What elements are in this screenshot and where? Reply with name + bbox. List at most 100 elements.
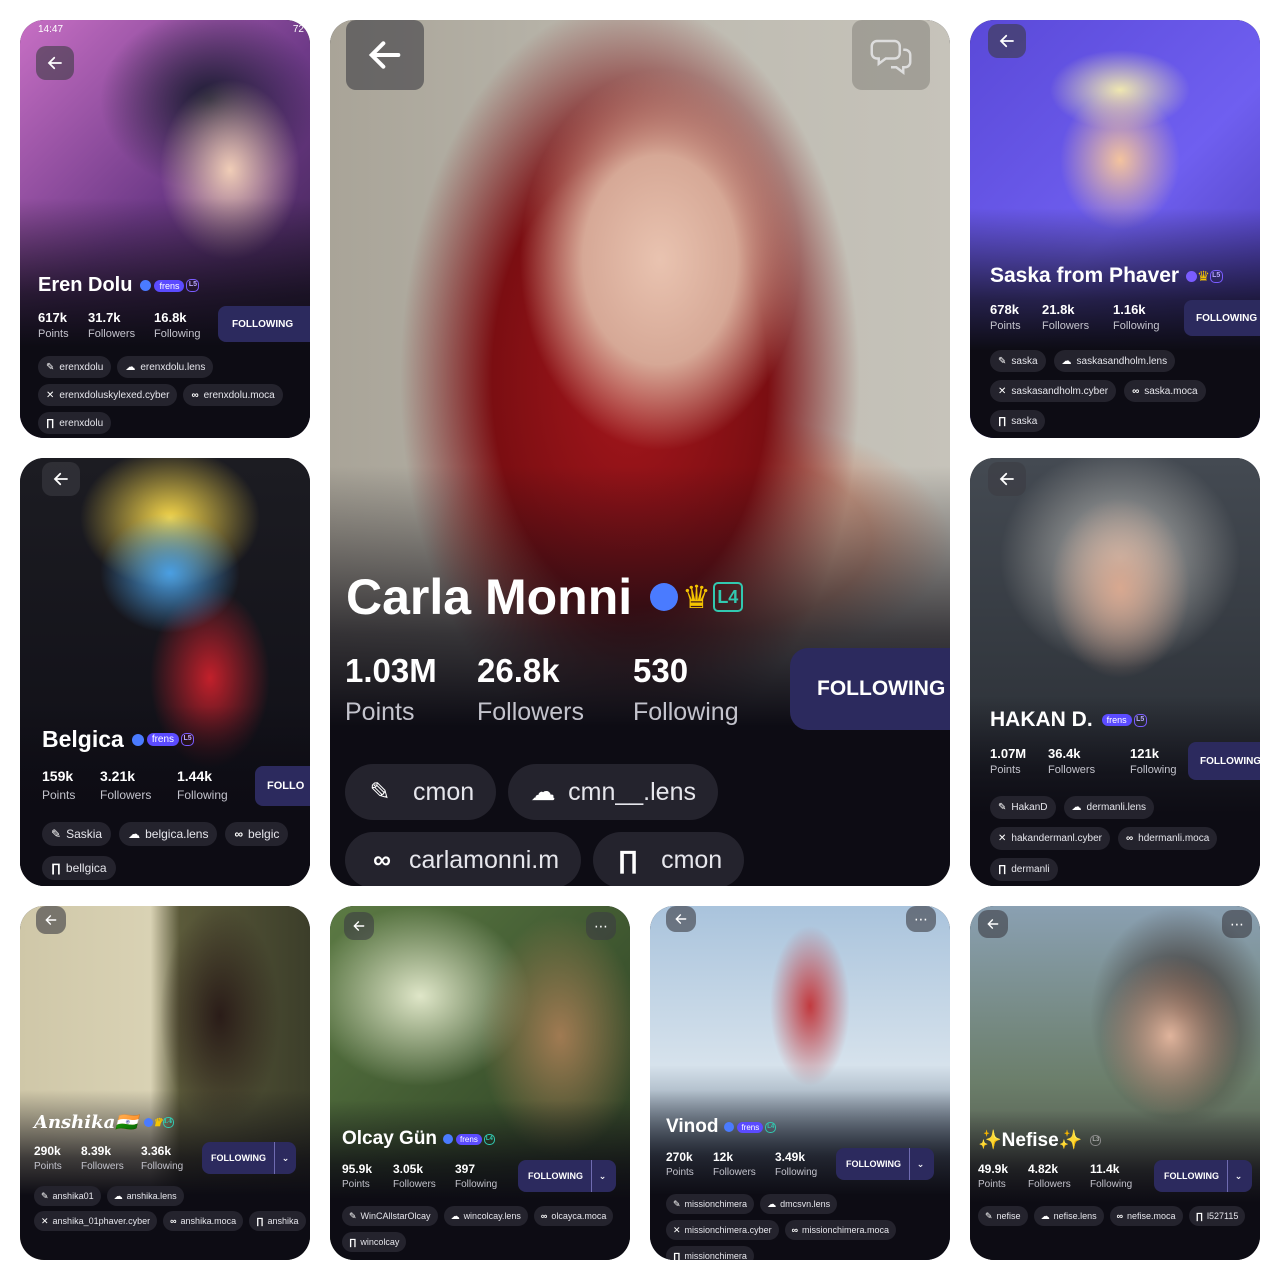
following-button[interactable]: FOLLOWING ⌄ [1154,1160,1252,1192]
cyber-icon: ✕ [673,1224,681,1235]
back-button[interactable] [36,906,66,934]
arch-icon: ∏ [46,417,55,429]
handle-chip[interactable]: ∞ hdermanli.moca [1118,827,1218,850]
chat-icon: ✎ [998,802,1007,813]
handle-chip[interactable]: ✎ WinCAllstarOlcay [342,1206,438,1226]
handle-chip[interactable]: ∞ belgic [225,822,289,846]
handle-chip[interactable]: ✎ nefise [978,1206,1028,1226]
handle-chip[interactable]: ∏ l527115 [1188,1206,1246,1226]
profile-name: Eren Dolu [38,274,133,296]
following-button[interactable]: FOLLOWING [218,306,310,342]
handle-chip[interactable]: ∞ carlamonni.m [345,832,582,886]
arch-icon: ∏ [349,1237,357,1247]
handle-chip[interactable]: ☁ belgica.lens [119,822,218,846]
profile-name: Belgica [42,726,124,752]
moca-icon: ∞ [191,389,199,401]
stats-row: 617k Points 31.7k Followers 16.8k Following [38,310,201,340]
message-button[interactable] [852,20,930,90]
handle-chip[interactable]: ☁ dermanli.lens [1063,796,1155,819]
handles-list: ✎ erenxdolu ☁ erenxdolu.lens ✕ erenxdolusky… [38,356,310,434]
profile-name: HAKAN D. [990,708,1093,731]
following-button[interactable]: FOLLOWING ⌄ [518,1160,616,1192]
handle-chip[interactable]: ∏ missionchimera [666,1246,754,1260]
back-button[interactable] [988,24,1026,58]
chevron-down-icon[interactable]: ⌄ [274,1142,296,1174]
back-button[interactable] [978,910,1008,938]
name-row: Carla Monni ♛ L4 [346,568,950,626]
frens-badge: frens [456,1133,482,1145]
level-badge: L4 [765,1121,777,1133]
arrow-left-icon [999,34,1014,48]
profile-card-hakan: HAKAN D. frens L5 1.07M Points 36.4k Follo… [970,458,1260,886]
profile-card-vinod: ⋯ Vinod frens L4 270k Points 12k Followers… [650,906,950,1260]
handle-chip[interactable]: ☁ nefise.lens [1033,1206,1104,1226]
handle-chip[interactable]: ✎ missionchimera [666,1194,755,1214]
following-button[interactable]: FOLLOWING ⌄ [202,1142,296,1174]
more-button[interactable]: ⋯ [586,912,616,940]
chevron-down-icon[interactable]: ⌄ [909,1148,931,1180]
handle-chip[interactable]: ∏ saska [990,410,1046,432]
stats-row: 290k Points 8.39k Followers 3.36k Following [34,1144,184,1172]
handle-chip[interactable]: ✎ anshika01 [34,1186,101,1206]
handle-chip[interactable]: ∏ anshika [249,1211,306,1231]
handle-chip[interactable]: ∞ nefise.moca [1109,1206,1183,1226]
handle-chip[interactable]: ☁ erenxdolu.lens [117,356,214,378]
moca-icon: ∞ [373,845,391,874]
profile-name: Olcay Gün [342,1128,438,1149]
handle-chip[interactable]: ∏ bellgica [42,856,116,880]
following-button[interactable]: FOLLOWING ⌄ [836,1148,934,1180]
handle-chip[interactable]: ∞ erenxdolu.moca [183,384,283,406]
crown-icon: ♛ [682,579,711,615]
handle-chip[interactable]: ✎ HakanD [990,796,1056,819]
lens-icon: ☁ [1061,355,1072,367]
following-button[interactable]: FOLLOWING [790,648,950,730]
chevron-down-icon[interactable]: ⌄ [591,1160,613,1192]
following-button[interactable]: FOLLO [255,766,310,806]
cyber-icon: ✕ [41,1215,49,1226]
handle-chip[interactable]: ☁ cmn__.lens [508,764,718,820]
stat-followers: 26.8k Followers [477,652,584,726]
more-dots-icon: ⋯ [1230,915,1244,932]
handle-chip[interactable]: ∞ missionchimera.moca [784,1220,897,1240]
following-label: FOLLOWING [817,677,946,700]
handle-chip[interactable]: ✕ missionchimera.cyber [666,1220,779,1240]
handle-chip[interactable]: ∏ cmon [593,832,745,886]
level-badge: L5 [1133,713,1147,727]
handle-chip[interactable]: ∞ saska.moca [1124,380,1206,402]
back-button[interactable] [988,462,1026,496]
verified-icon [143,1118,153,1127]
handle-chip[interactable]: ✕ saskasandholm.cyber [990,380,1117,402]
handle-chip[interactable]: ∏ dermanli [990,858,1058,881]
handle-chip[interactable]: ✎ saska [990,350,1046,372]
back-button[interactable] [42,462,80,496]
back-button[interactable] [344,912,374,940]
handle-chip[interactable]: ∏ erenxdolu [38,412,112,434]
chevron-down-icon[interactable]: ⌄ [1227,1160,1249,1192]
frens-badge: frens [737,1121,764,1133]
more-button[interactable]: ⋯ [1222,910,1252,938]
handle-chip[interactable]: ☁ dmcsvn.lens [760,1194,838,1214]
handle-chip[interactable]: ∞ olcayca.moca [533,1206,614,1226]
back-button[interactable] [346,20,424,90]
handle-chip[interactable]: ✕ hakandermanl.cyber [990,827,1110,850]
handle-chip[interactable]: ✎ Saskia [42,822,112,846]
handle-chip[interactable]: ✎ erenxdolu [38,356,112,378]
handle-chip[interactable]: ☁ anshika.lens [106,1186,184,1206]
arch-icon: ∏ [256,1216,264,1226]
more-button[interactable]: ⋯ [906,906,936,932]
chat-icon: ✎ [998,355,1007,367]
arrow-left-icon [45,915,57,925]
lens-icon: ☁ [125,361,136,373]
following-button[interactable]: FOLLOWING [1184,300,1260,336]
back-button[interactable] [666,906,696,932]
back-button[interactable] [36,46,74,80]
profile-card-olcay: ⋯ Olcay Gün frens L4 95.9k Points 3.05k Fo… [330,906,630,1260]
handle-chip[interactable]: ✎ cmon [345,764,497,820]
handle-chip[interactable]: ☁ wincolcay.lens [443,1206,528,1226]
following-button[interactable]: FOLLOWING [1188,742,1260,780]
handle-chip[interactable]: ∞ anshika.moca [163,1211,244,1231]
handle-chip[interactable]: ✕ anshika_01phaver.cyber [34,1211,158,1231]
handle-chip[interactable]: ∏ wincolcay [342,1232,407,1252]
handle-chip[interactable]: ✕ erenxdoluskylexed.cyber [38,384,178,406]
handle-chip[interactable]: ☁ saskasandholm.lens [1053,350,1176,372]
